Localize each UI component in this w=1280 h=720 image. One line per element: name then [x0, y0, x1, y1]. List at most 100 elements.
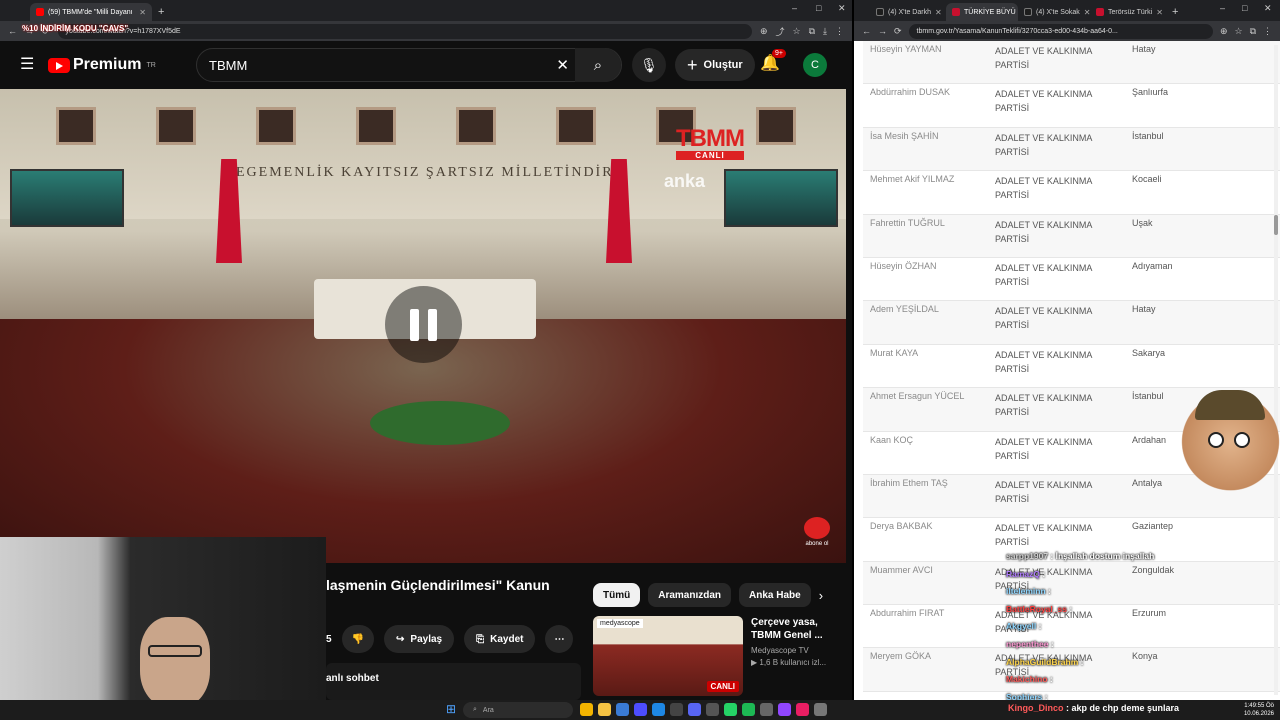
close-tab-icon[interactable]: ✕ — [935, 8, 942, 17]
close-window-button[interactable]: ✕ — [1264, 3, 1272, 14]
recommended-channel[interactable]: Medyascope TV — [751, 646, 841, 656]
close-tab-icon[interactable]: ✕ — [1156, 8, 1163, 17]
minimize-button[interactable]: – — [792, 3, 797, 13]
chevron-right-icon[interactable]: › — [819, 588, 823, 603]
chip-from-search[interactable]: Aramanızdan — [648, 583, 732, 607]
save-label: Kaydet — [490, 633, 524, 645]
menu-icon[interactable]: ☰ — [20, 57, 36, 73]
app-icon[interactable] — [814, 703, 827, 716]
scrollbar-thumb[interactable] — [1274, 215, 1278, 235]
new-tab-button[interactable]: + — [1166, 3, 1182, 21]
more-actions-button[interactable]: ⋯ — [545, 625, 574, 653]
share-button[interactable]: ↪ Paylaş — [384, 625, 455, 653]
maximize-button[interactable]: □ — [1242, 3, 1247, 13]
live-chat-panel[interactable]: anlı sohbet — [326, 663, 581, 700]
like-count[interactable]: 5 — [326, 634, 332, 645]
member-name[interactable]: Fahrettin TUĞRUL — [870, 218, 945, 228]
member-name[interactable]: İsa Mesih ŞAHİN — [870, 131, 939, 141]
video-player[interactable]: EGEMENLİK KAYITSIZ ŞARTSIZ MİLLETİNDİR T… — [0, 89, 846, 563]
close-window-button[interactable]: ✕ — [838, 3, 846, 14]
member-name[interactable]: Adem YEŞİLDAL — [870, 304, 939, 314]
twitch-icon[interactable] — [778, 703, 791, 716]
scrollbar[interactable] — [1274, 45, 1278, 695]
anka-watermark: anka — [664, 171, 706, 191]
youtube-logo[interactable]: Premium TR — [48, 56, 156, 74]
share-page-icon[interactable]: ⤴ — [775, 25, 784, 38]
menu-dots-icon[interactable]: ⋮ — [1263, 26, 1272, 37]
tab-tbmm[interactable]: TÜRKİYE BÜYÜ✕ — [946, 3, 1018, 21]
tab-x-darkh[interactable]: (4) X'te Darkh ✕ — [870, 3, 946, 21]
member-name[interactable]: Abdürrahim DUSAK — [870, 87, 950, 97]
member-name[interactable]: Derya BAKBAK — [870, 521, 933, 531]
tab-terorsuz[interactable]: Terörsüz Türki ✕ — [1090, 3, 1166, 21]
save-button[interactable]: ⎘ Kaydet — [464, 625, 536, 653]
download-icon[interactable]: ⤓ — [823, 26, 827, 37]
member-city: İstanbul — [1132, 130, 1164, 141]
app-icon[interactable] — [616, 703, 629, 716]
member-name[interactable]: Muammer AVCI — [870, 565, 933, 575]
app-icon[interactable] — [706, 703, 719, 716]
search-input[interactable]: TBMM ✕ ⌕ — [196, 48, 622, 82]
member-name[interactable]: Hüseyin YAYMAN — [870, 44, 942, 54]
discord-icon[interactable] — [688, 703, 701, 716]
chat-separator: : — [1047, 674, 1053, 685]
clock-time: 1:49:55 Öö — [1244, 703, 1274, 709]
reload-icon[interactable]: ⟳ — [894, 26, 902, 37]
back-icon[interactable]: ← — [8, 26, 17, 36]
new-tab-button[interactable]: + — [152, 3, 170, 21]
dislike-button[interactable]: 👎 — [341, 625, 375, 653]
recommended-video[interactable]: medyascope CANLI Çerçeve yasa, TBMM Gene… — [593, 616, 841, 696]
member-name[interactable]: Abdurrahim FIRAT — [870, 608, 944, 618]
zoom-icon[interactable]: ⊕ — [1220, 26, 1228, 37]
create-button[interactable]: + Oluştur — [675, 49, 755, 81]
menu-dots-icon[interactable]: ⋮ — [835, 26, 844, 37]
video-thumbnail[interactable]: medyascope CANLI — [593, 616, 743, 696]
windows-start-icon[interactable]: ⊞ — [446, 702, 456, 716]
search-icon[interactable]: ⌕ — [575, 48, 621, 82]
url-text: tbmm.gov.tr/Yasama/KanunTeklifi/3270cca3… — [916, 27, 1118, 35]
edge-icon[interactable] — [652, 703, 665, 716]
spotify-icon[interactable] — [742, 703, 755, 716]
pause-button[interactable] — [385, 286, 462, 363]
member-name[interactable]: Meryem GÖKA — [870, 651, 931, 661]
maximize-button[interactable]: □ — [816, 3, 821, 13]
url-field[interactable]: tbmm.gov.tr/Yasama/KanunTeklifi/3270cca3… — [908, 23, 1213, 39]
avatar[interactable]: C — [803, 53, 827, 77]
whatsapp-icon[interactable] — [724, 703, 737, 716]
forward-icon[interactable]: → — [878, 26, 887, 36]
chip-all[interactable]: Tümü — [593, 583, 641, 607]
member-party: ADALET VE KALKINMA PARTİSİ — [995, 523, 1092, 548]
app-icon[interactable] — [670, 703, 683, 716]
member-name[interactable]: Kaan KOÇ — [870, 435, 913, 445]
app-icon[interactable] — [796, 703, 809, 716]
recommended-title[interactable]: Çerçeve yasa, TBMM Genel ... — [751, 616, 841, 642]
close-tab-icon[interactable]: ✕ — [139, 8, 146, 17]
back-icon[interactable]: ← — [862, 26, 871, 36]
clear-search-icon[interactable]: ✕ — [556, 56, 569, 74]
tab-title: Terörsüz Türki — [1108, 8, 1153, 16]
app-icon[interactable] — [634, 703, 647, 716]
url-field[interactable]: youtube.com/watch?v=h1787XVf5dE — [57, 23, 752, 39]
taskbar-search[interactable]: ⌕ Ara — [463, 702, 573, 718]
member-name[interactable]: Mehmet Akif YILMAZ — [870, 174, 954, 184]
tab-youtube[interactable]: (59) TBMM'de "Milli Dayanı ✕ — [30, 3, 152, 21]
system-clock[interactable]: 1:49:55 Öö 10.06.2026 — [1244, 702, 1274, 718]
bookmark-star-icon[interactable]: ☆ — [1234, 26, 1242, 37]
minimize-button[interactable]: – — [1220, 3, 1225, 13]
chip-anka[interactable]: Anka Habe — [739, 583, 811, 607]
microphone-icon[interactable]: 🎙 — [632, 48, 666, 82]
member-name[interactable]: Murat KAYA — [870, 348, 918, 358]
extensions-icon[interactable]: ⧉ — [1250, 26, 1256, 37]
extensions-icon[interactable]: ⧉ — [809, 26, 815, 37]
member-name[interactable]: Ahmet Ersagun YÜCEL — [870, 391, 964, 401]
tab-x-sokak[interactable]: (4) X'te Sokak ✕ — [1018, 3, 1090, 21]
zoom-icon[interactable]: ⊕ — [760, 26, 768, 37]
motto-inscription: EGEMENLİK KAYITSIZ ŞARTSIZ MİLLETİNDİR — [236, 165, 614, 180]
member-name[interactable]: İbrahim Ethem TAŞ — [870, 478, 948, 488]
member-party: ADALET VE KALKINMA PARTİSİ — [995, 262, 1092, 287]
chrome-app-icon[interactable] — [580, 703, 593, 716]
member-name[interactable]: Hüseyin ÖZHAN — [870, 261, 937, 271]
app-icon[interactable] — [760, 703, 773, 716]
file-explorer-icon[interactable] — [598, 703, 611, 716]
bookmark-star-icon[interactable]: ☆ — [793, 26, 801, 37]
